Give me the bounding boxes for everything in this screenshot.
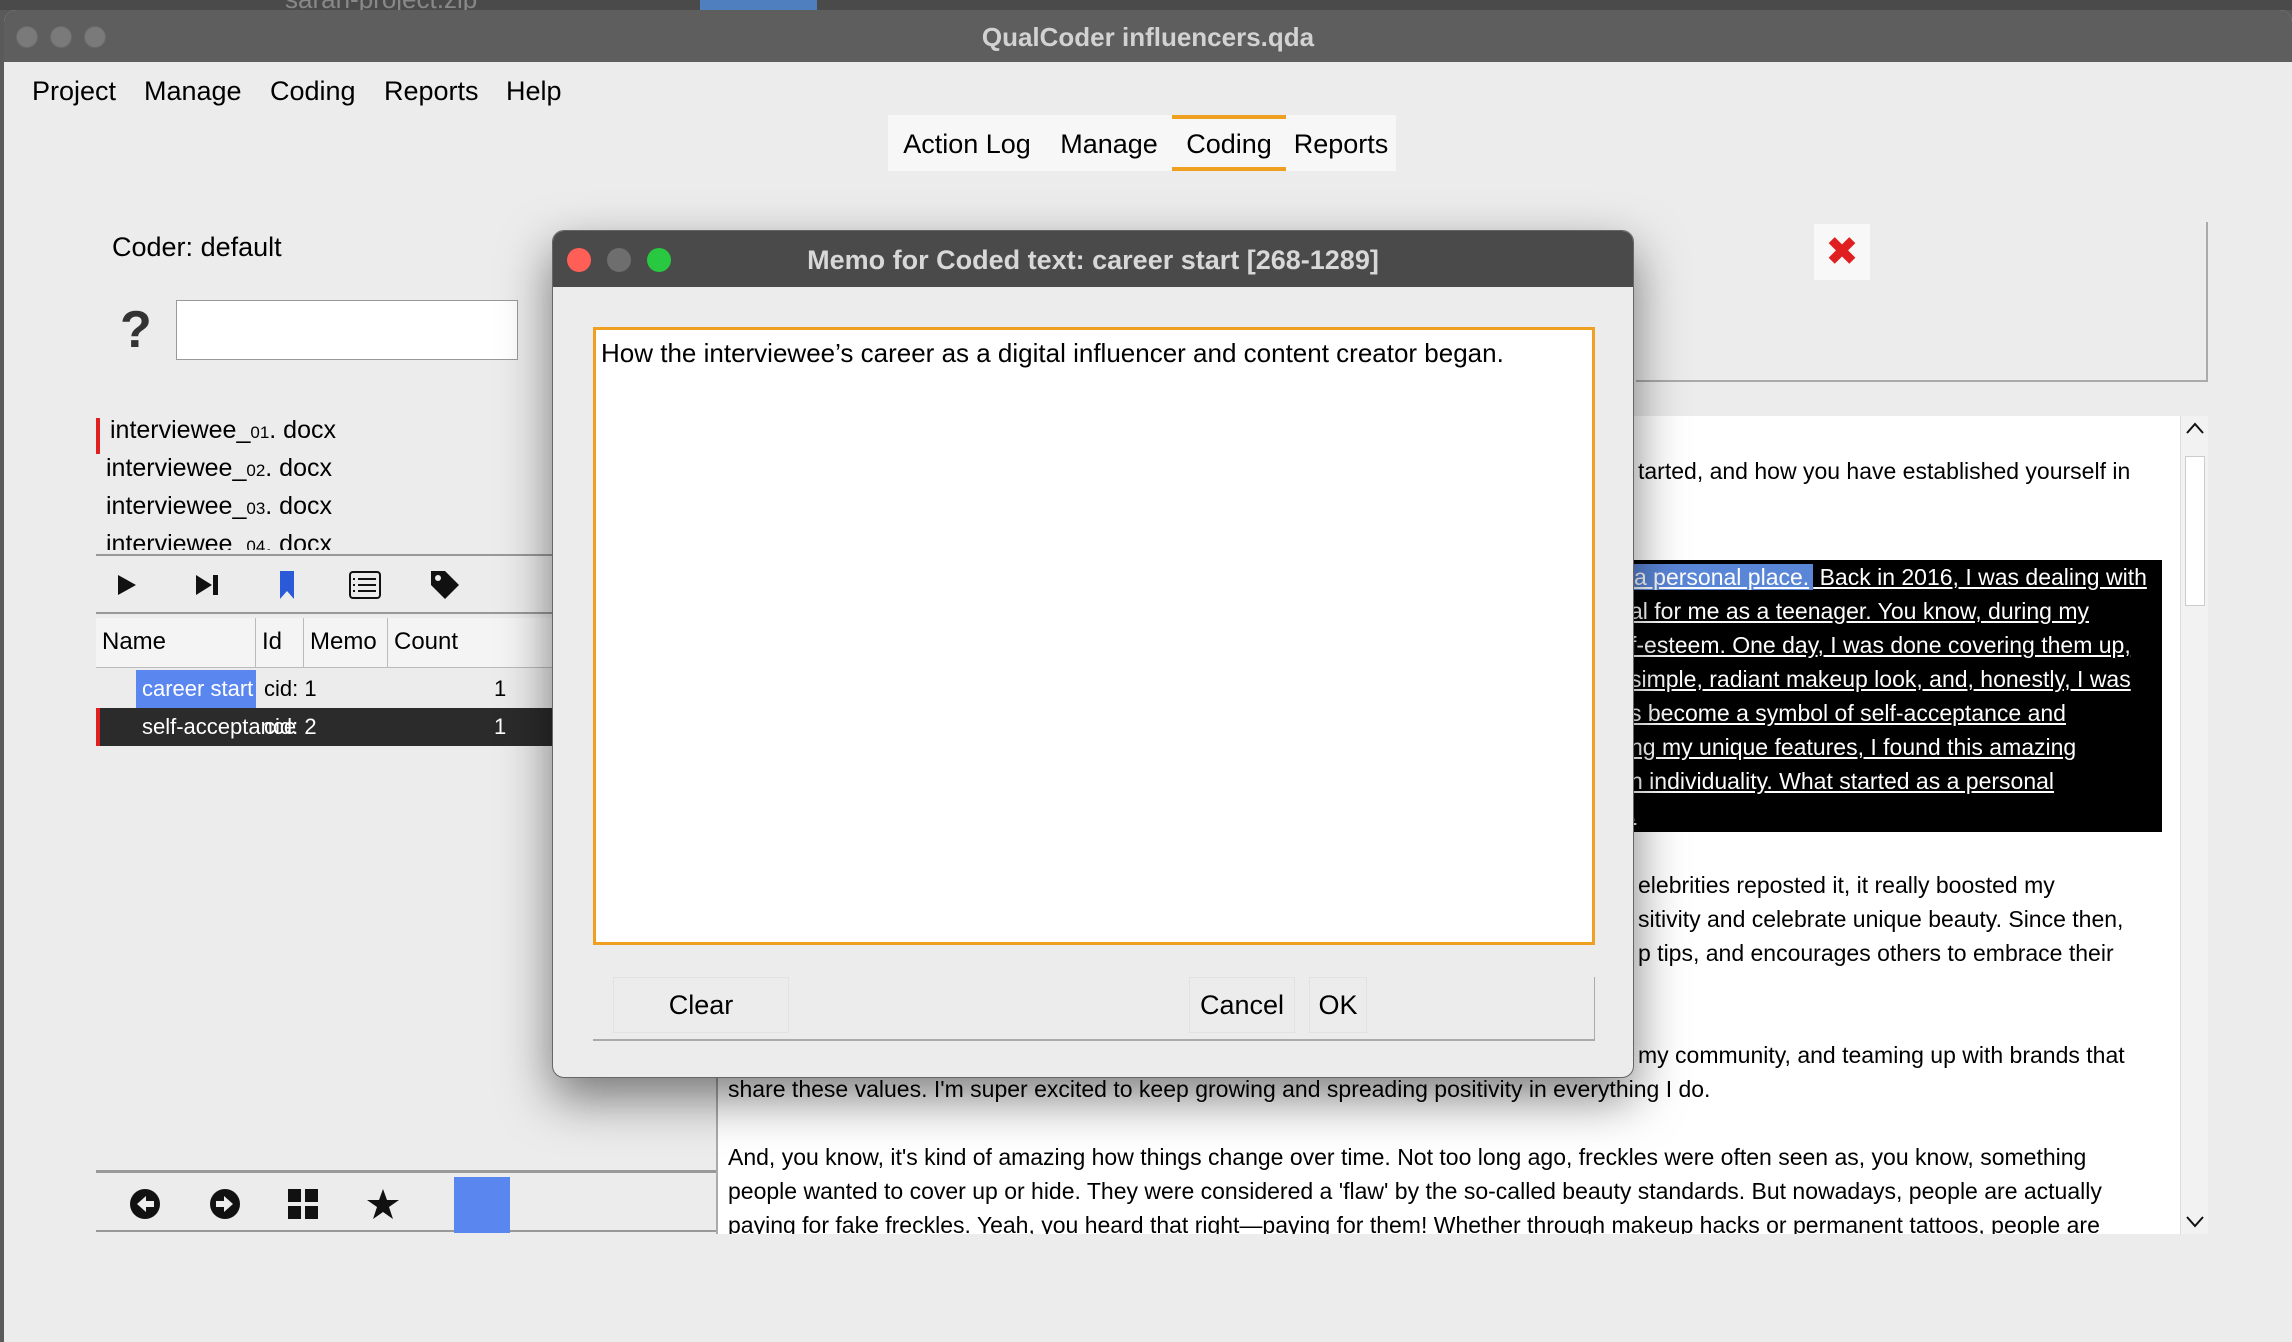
help-icon[interactable]: ? xyxy=(120,300,152,360)
grid-icon[interactable] xyxy=(278,1179,328,1229)
background-tab-indicator xyxy=(700,0,817,10)
coded-text-line: s become a symbol of self-acceptance and xyxy=(1630,700,2066,726)
star-icon[interactable] xyxy=(358,1179,408,1229)
coded-text-line: simple, radiant makeup look, and, honest… xyxy=(1630,666,2131,692)
chevron-up-icon[interactable] xyxy=(2185,420,2205,436)
current-file-marker xyxy=(96,418,100,454)
codes-table: Name Id Memo Count career start cid: 1 1… xyxy=(96,618,556,748)
code-count: 1 xyxy=(494,676,507,701)
row-marker xyxy=(96,708,100,746)
menu-coding[interactable]: Coding xyxy=(270,76,356,107)
file-item[interactable]: interviewee_02. docx xyxy=(106,454,332,483)
file-item[interactable]: interviewee_04. docx xyxy=(106,530,332,550)
memo-dialog: Memo for Coded text: career start [268-1… xyxy=(552,230,1634,1078)
toolbar-panel xyxy=(1636,222,2208,382)
coder-label-text: Coder: xyxy=(112,232,194,262)
title-bar: QualCoder influencers.qda xyxy=(4,10,2292,62)
tab-reports[interactable]: Reports xyxy=(1286,115,1396,171)
column-header-memo[interactable]: Memo xyxy=(304,618,388,668)
file-list: interviewee_01. docx interviewee_02. doc… xyxy=(96,410,556,550)
coder-name: default xyxy=(200,232,282,262)
document-line: And, you know, it's kind of amazing how … xyxy=(728,1144,2087,1170)
skip-forward-icon[interactable] xyxy=(184,562,230,608)
coded-text-line: Back in 2016, I was dealing with xyxy=(1819,564,2147,590)
table-row[interactable]: career start cid: 1 1 xyxy=(96,670,556,708)
coded-text-line: n individuality. What started as a perso… xyxy=(1630,768,2055,794)
document-line: my community, and teaming up with brands… xyxy=(1638,1042,2125,1068)
ok-button[interactable]: OK xyxy=(1309,977,1367,1033)
code-id: cid: 1 xyxy=(264,676,317,701)
column-header-count[interactable]: Count xyxy=(388,618,556,668)
tab-action-log[interactable]: Action Log xyxy=(888,115,1046,171)
background-window-strip: sarah-project.zip xyxy=(0,0,2292,14)
code-name[interactable]: career start xyxy=(136,670,256,708)
scrollbar-thumb[interactable] xyxy=(2185,456,2205,606)
column-header-name[interactable]: Name xyxy=(96,618,256,668)
selected-text[interactable]: a personal place. xyxy=(1630,564,1814,590)
navigation-toolbar xyxy=(96,1170,716,1233)
dialog-title: Memo for Coded text: career start [268-1… xyxy=(807,245,1379,275)
tab-coding[interactable]: Coding xyxy=(1172,115,1286,171)
window-title: QualCoder influencers.qda xyxy=(981,22,1315,52)
document-line: sitivity and celebrate unique beauty. Si… xyxy=(1638,906,2124,932)
close-icon[interactable]: ✖ xyxy=(1814,224,1870,280)
coded-text-line: al for me as a teenager. You know, durin… xyxy=(1630,598,2090,624)
file-item[interactable]: interviewee_01. docx xyxy=(110,416,336,445)
menu-project[interactable]: Project xyxy=(32,76,116,107)
clear-button[interactable]: Clear xyxy=(613,977,789,1033)
code-id: cid: 2 xyxy=(264,714,317,739)
tab-manage[interactable]: Manage xyxy=(1046,115,1172,171)
dialog-title-bar: Memo for Coded text: career start [268-1… xyxy=(553,231,1633,287)
memo-text-field[interactable]: How the interviewee’s career as a digita… xyxy=(593,327,1595,945)
bookmark-icon[interactable] xyxy=(264,562,310,608)
menu-manage[interactable]: Manage xyxy=(144,76,242,107)
file-item[interactable]: interviewee_03. docx xyxy=(106,492,332,521)
document-line: elebrities reposted it, it really booste… xyxy=(1638,872,2055,898)
coder-label: Coder: default xyxy=(112,232,282,263)
highlight-color-button[interactable] xyxy=(454,1177,510,1233)
code-count: 1 xyxy=(494,714,507,739)
menu-help[interactable]: Help xyxy=(506,76,562,107)
coded-highlight: a personal place. Back in 2016, I was de… xyxy=(1630,560,2162,832)
play-icon[interactable] xyxy=(104,562,150,608)
chevron-down-icon[interactable] xyxy=(2185,1214,2205,1230)
coding-toolbar xyxy=(96,554,556,614)
arrow-right-icon[interactable] xyxy=(200,1179,250,1229)
cancel-button[interactable]: Cancel xyxy=(1189,977,1295,1033)
coded-text-line: f-esteem. One day, I was done covering t… xyxy=(1630,632,2131,658)
dialog-button-bar: Clear Cancel OK xyxy=(593,977,1595,1041)
memo-list-icon[interactable] xyxy=(342,562,388,608)
menu-reports[interactable]: Reports xyxy=(384,76,479,107)
search-input[interactable] xyxy=(176,300,518,360)
tag-icon[interactable] xyxy=(422,562,468,608)
document-line: people wanted to cover up or hide. They … xyxy=(728,1178,2102,1204)
document-line: p tips, and encourages others to embrace… xyxy=(1638,940,2114,966)
document-line: paying for fake freckles. Yeah, you hear… xyxy=(728,1212,2100,1234)
menu-bar: Project Manage Coding Reports Help xyxy=(4,62,2292,112)
document-scrollbar[interactable] xyxy=(2180,416,2208,1234)
column-header-id[interactable]: Id xyxy=(256,618,304,668)
document-line: tarted, and how you have established you… xyxy=(1638,458,2131,484)
coded-text-line: ng my unique features, I found this amaz… xyxy=(1630,734,2077,760)
table-row[interactable]: self-acceptance cid: 2 1 xyxy=(96,708,556,746)
arrow-left-icon[interactable] xyxy=(120,1179,170,1229)
